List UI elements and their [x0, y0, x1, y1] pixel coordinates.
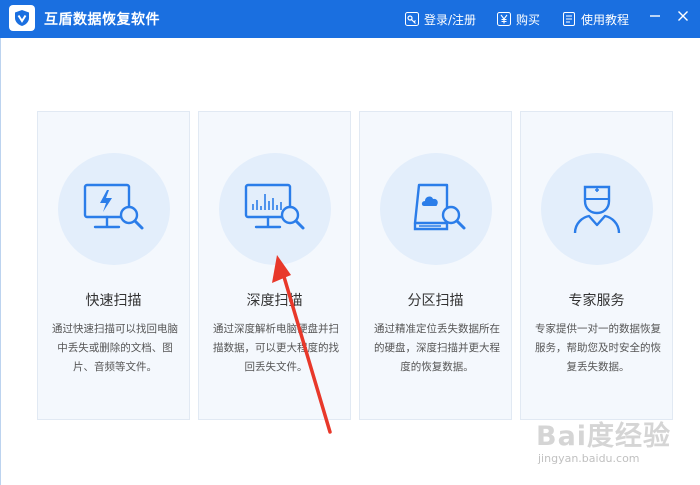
quick-scan-title: 快速扫描	[85, 293, 142, 309]
monitor-chart-search-icon	[244, 183, 305, 230]
buy-label: 购买	[516, 12, 541, 27]
partition-scan-icon-circle	[380, 153, 492, 265]
minimize-button[interactable]	[645, 6, 665, 26]
expert-service-description: 专家提供一对一的数据恢复服务，帮助您及时安全的恢复丢失数据。	[535, 323, 661, 373]
tutorial-label: 使用教程	[581, 12, 630, 27]
document-icon	[563, 12, 575, 26]
deep-scan-title: 深度扫描	[246, 293, 303, 309]
login-register-link[interactable]: 登录/注册	[405, 0, 476, 38]
yen-icon	[497, 12, 511, 26]
expert-service-card[interactable]: 专家服务 专家提供一对一的数据恢复服务，帮助您及时安全的恢复丢失数据。	[520, 111, 673, 420]
watermark-brand: Bai度经验	[536, 421, 672, 452]
close-button[interactable]	[673, 6, 693, 26]
quick-scan-card[interactable]: 快速扫描 通过快速扫描可以找回电脑中丢失或删除的文档、图片、音频等文件。	[37, 111, 190, 420]
baidu-jingyan-watermark: Bai度经验 jingyan.baidu.com	[536, 400, 696, 480]
buy-link[interactable]: 购买	[497, 0, 540, 38]
minimize-icon	[650, 15, 660, 17]
deep-scan-card[interactable]: 深度扫描 通过深度解析电脑硬盘并扫描数据，可以更大程度的找回丢失文件。	[198, 111, 351, 420]
expert-service-icon-circle	[541, 153, 653, 265]
app-title: 互盾数据恢复软件	[44, 12, 160, 28]
deep-scan-icon-circle	[219, 153, 331, 265]
expert-service-title: 专家服务	[568, 293, 625, 309]
key-icon	[405, 12, 419, 26]
window-border	[0, 38, 1, 485]
login-register-label: 登录/注册	[424, 12, 477, 27]
close-icon	[678, 11, 688, 21]
partition-scan-card[interactable]: 分区扫描 通过精准定位丢失数据所在的硬盘，深度扫描并更大程度的恢复数据。	[359, 111, 512, 420]
disk-cloud-search-icon	[413, 183, 466, 231]
quick-scan-description: 通过快速扫描可以找回电脑中丢失或删除的文档、图片、音频等文件。	[52, 323, 178, 373]
partition-scan-description: 通过精准定位丢失数据所在的硬盘，深度扫描并更大程度的恢复数据。	[374, 323, 500, 373]
tutorial-link[interactable]: 使用教程	[562, 0, 629, 38]
watermark-url: jingyan.baidu.com	[538, 452, 640, 465]
quick-scan-icon-circle	[58, 153, 170, 265]
app-logo-icon	[9, 5, 35, 31]
partition-scan-title: 分区扫描	[407, 293, 464, 309]
monitor-lightning-search-icon	[83, 183, 144, 230]
deep-scan-description: 通过深度解析电脑硬盘并扫描数据，可以更大程度的找回丢失文件。	[213, 323, 339, 373]
doctor-icon	[573, 185, 621, 234]
title-bar: 互盾数据恢复软件 登录/注册 购买 使用教程	[0, 0, 700, 38]
